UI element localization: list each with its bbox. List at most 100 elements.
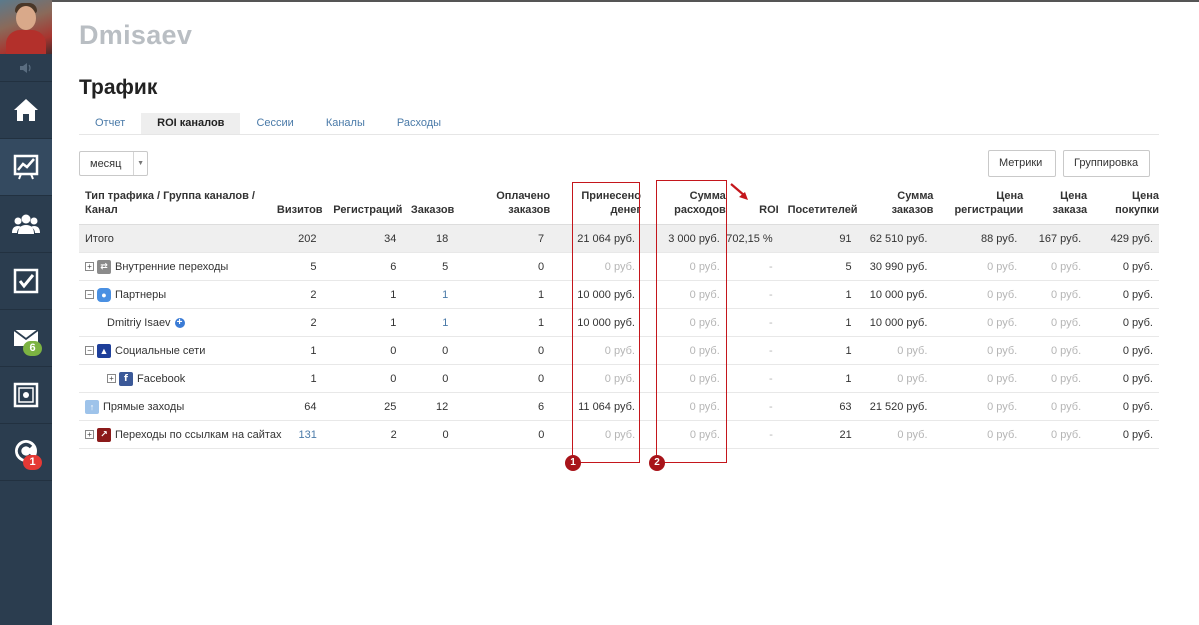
order-price-cell: 0 руб.: [1050, 316, 1082, 329]
page-title: Трафик: [79, 76, 158, 99]
expand-icon[interactable]: +: [107, 374, 116, 383]
header-registrations[interactable]: Регистраций: [323, 185, 402, 224]
speaker-icon[interactable]: [0, 54, 52, 82]
orders-cell: 1: [442, 316, 449, 329]
roi-cell: -: [769, 428, 773, 441]
tab-report[interactable]: Отчет: [79, 113, 141, 134]
total-order-price: 167 руб.: [1038, 232, 1082, 245]
collapse-icon[interactable]: −: [85, 290, 94, 299]
nav-mail[interactable]: 6: [0, 310, 52, 367]
visitors-cell: 1: [845, 372, 852, 385]
channel-label[interactable]: Dmitriy Isaev: [107, 317, 171, 329]
header-purchase-price[interactable]: Цена покупки: [1087, 185, 1159, 224]
add-circle-icon[interactable]: +: [174, 317, 185, 328]
header-visits[interactable]: Визитов: [273, 185, 323, 224]
visits-cell: 5: [310, 260, 317, 273]
channel-cell: Dmitriy Isaev +: [79, 317, 273, 329]
paid-orders-cell: 1: [538, 288, 545, 301]
crm-badge: 1: [23, 455, 42, 470]
annotation-box-2: [656, 180, 727, 463]
order-sum-cell: 30 990 руб.: [869, 260, 928, 273]
safe-icon: [13, 382, 39, 408]
tab-expenses[interactable]: Расходы: [381, 113, 457, 134]
purchase-price-cell: 0 руб.: [1122, 400, 1154, 413]
order-price-cell: 0 руб.: [1050, 260, 1082, 273]
registrations-cell: 0: [390, 344, 397, 357]
header-order-sum[interactable]: Сумма заказов: [858, 185, 934, 224]
annotation-marker-1: 1: [565, 455, 581, 471]
purchase-price-cell: 0 руб.: [1122, 260, 1154, 273]
paid-orders-cell: 0: [538, 344, 545, 357]
avatar[interactable]: [0, 0, 52, 54]
tab-bar: Отчет ROI каналов Сессии Каналы Расходы: [79, 113, 1159, 135]
period-select[interactable]: месяц ▼: [79, 151, 148, 176]
expand-icon[interactable]: +: [85, 262, 94, 271]
channel-label: Facebook: [137, 372, 186, 385]
visitors-cell: 1: [845, 316, 852, 329]
total-registration-price: 88 руб.: [980, 232, 1018, 245]
header-order-price[interactable]: Цена заказа: [1023, 185, 1088, 224]
chevron-down-icon: ▼: [133, 152, 147, 175]
header-orders[interactable]: Заказов: [402, 185, 454, 224]
expand-icon[interactable]: +: [85, 430, 94, 439]
nav-users[interactable]: [0, 196, 52, 253]
visits-cell: 1: [310, 344, 317, 357]
total-visitors: 91: [839, 232, 852, 245]
tab-roi-channels[interactable]: ROI каналов: [141, 113, 241, 134]
channel-label: Партнеры: [115, 288, 167, 301]
registrations-cell: 0: [390, 372, 397, 385]
period-select-value: месяц: [90, 157, 122, 170]
orders-cell: 0: [442, 344, 449, 357]
header-visitors[interactable]: Посетителей: [779, 185, 858, 224]
tab-sessions[interactable]: Сессии: [240, 113, 309, 134]
collapse-icon[interactable]: −: [85, 346, 94, 355]
order-price-cell: 0 руб.: [1050, 344, 1082, 357]
registration-price-cell: 0 руб.: [987, 400, 1018, 413]
purchase-price-cell: 0 руб.: [1122, 316, 1153, 329]
visitors-cell: 5: [845, 260, 852, 273]
visits-cell: 64: [304, 400, 317, 413]
nav-crm[interactable]: 1: [0, 424, 52, 481]
order-sum-cell: 0 руб.: [897, 344, 928, 357]
channel-cell: + ↗ Переходы по ссылкам на сайтах: [79, 427, 281, 442]
total-paid-orders: 7: [538, 232, 545, 245]
channel-cell: ↑ Прямые заходы: [79, 399, 273, 414]
annotation-marker-2: 2: [649, 455, 665, 471]
annotation-box-1: [572, 182, 640, 463]
order-sum-cell: 10 000 руб.: [869, 316, 928, 329]
person-icon: ▲: [97, 343, 111, 358]
order-sum-cell: 0 руб.: [897, 372, 928, 385]
nav-safe[interactable]: [0, 367, 52, 424]
roi-cell: -: [769, 260, 773, 273]
home-icon: [14, 99, 38, 121]
purchase-price-cell: 0 руб.: [1122, 428, 1154, 441]
total-purchase-price: 429 руб.: [1110, 232, 1154, 245]
paid-orders-cell: 1: [538, 316, 545, 329]
header-traffic-type[interactable]: Тип трафика / Группа каналов / Канал: [79, 185, 273, 224]
visits-cell: 2: [310, 316, 317, 329]
order-sum-cell: 10 000 руб.: [869, 288, 928, 301]
orders-cell: 1: [442, 288, 449, 301]
registrations-cell: 25: [384, 400, 397, 413]
site-title: Dmisaev: [79, 20, 193, 50]
metrics-button[interactable]: Метрики: [988, 150, 1056, 177]
registrations-cell: 1: [390, 316, 397, 329]
visits-cell: 131: [298, 428, 317, 441]
orders-cell: 12: [436, 400, 449, 413]
total-roi: 702,15 %: [726, 232, 773, 245]
visitors-cell: 1: [845, 344, 852, 357]
roi-cell: -: [769, 372, 773, 385]
tab-channels[interactable]: Каналы: [310, 113, 381, 134]
arrow-annotation-icon: [730, 183, 748, 200]
purchase-price-cell: 0 руб.: [1122, 372, 1153, 385]
header-registration-price[interactable]: Цена регистрации: [933, 185, 1023, 224]
nav-home[interactable]: [0, 82, 52, 139]
header-paid-orders[interactable]: Оплачено заказов: [454, 185, 550, 224]
grouping-button[interactable]: Группировка: [1063, 150, 1150, 177]
order-price-cell: 0 руб.: [1050, 400, 1082, 413]
roi-cell: -: [769, 344, 773, 357]
registration-price-cell: 0 руб.: [987, 428, 1018, 441]
nav-tasks[interactable]: [0, 253, 52, 310]
nav-traffic[interactable]: [0, 139, 52, 196]
channel-label: Прямые заходы: [103, 400, 185, 413]
